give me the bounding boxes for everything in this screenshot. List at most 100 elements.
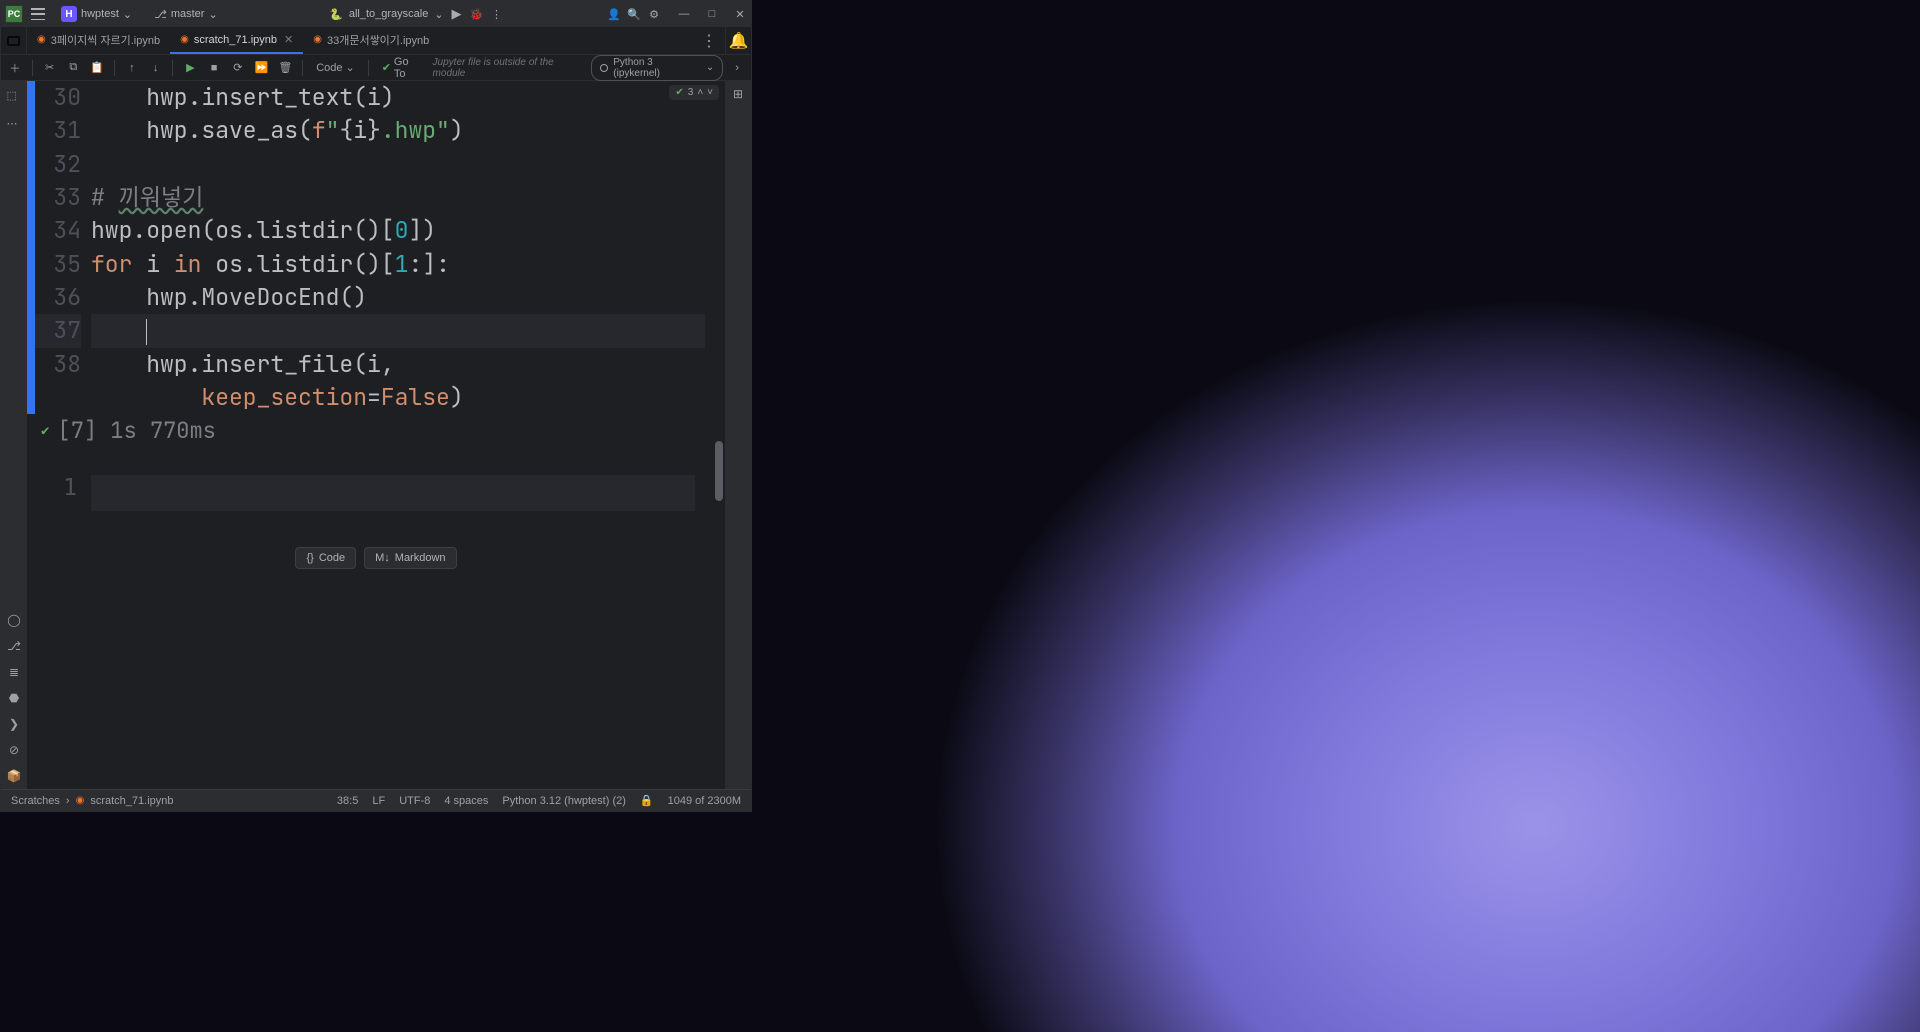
empty-cell-line-number: 1 [27,475,91,511]
right-tool-strip: ⊞ [725,81,751,789]
run-config-name[interactable]: all_to_grayscale [349,8,429,20]
caret-position[interactable]: 38:5 [337,795,358,807]
editor-tabs: ◉ 3페이지씩 자르기.ipynb ◉scratch_71.ipynb✕◉33개문서… [1,27,751,55]
chevron-down-icon: ˅ [707,87,713,98]
terminal-tool-icon[interactable]: ❯ [9,717,19,731]
notebook-toolbar: ＋ ✂ ⧉ 📋 ↑ ↓ ▶ ■ ⟳ ⏩ 🗑 Code ⌄ ✔ Go To Jup… [1,55,751,81]
bottom-left-tools: ◯ ⎇ ≣ ⬣ ❯ ⊘ 📦 [1,613,27,789]
services-tool-icon[interactable]: ⬣ [9,691,19,705]
chevron-down-icon: ⌄ [345,61,354,74]
debug-button[interactable]: 🐞 [470,7,484,21]
python-packages-icon[interactable]: 📦 [7,769,22,783]
breadcrumb[interactable]: Scratches › ◉ scratch_71.ipynb [11,795,174,807]
clear-output-button[interactable]: 🗑 [275,58,295,78]
chevron-down-icon: ⌄ [123,8,132,21]
circle-tool-icon[interactable]: ◯ [7,613,20,627]
cut-button[interactable]: ✂ [40,58,60,78]
notifications-icon[interactable]: 🔔 [725,27,751,54]
interpreter-label[interactable]: Python 3.12 (hwptest) (2) [502,795,626,807]
add-code-cell-button[interactable]: {} Code [295,547,356,569]
add-cell-button[interactable]: ＋ [5,58,25,78]
indent-setting[interactable]: 4 spaces [444,795,488,807]
move-up-button[interactable]: ↑ [122,58,142,78]
paste-button[interactable]: 📋 [87,58,107,78]
add-code-label: Code [319,552,345,564]
more-actions-icon[interactable]: ⋮ [490,7,504,21]
jupyter-icon: ◉ [313,34,322,45]
status-bar: Scratches › ◉ scratch_71.ipynb 38:5 LF U… [1,789,751,811]
check-icon: ✔ [382,61,391,74]
more-tools-icon[interactable]: ⋯ [7,117,21,131]
run-all-button[interactable]: ⏩ [252,58,272,78]
goto-select[interactable]: ✔ Go To [376,54,429,82]
branch-icon: ⎇ [154,8,167,21]
restart-button[interactable]: ⟳ [228,58,248,78]
module-hint: Jupyter file is outside of the module [433,57,588,79]
run-cell-button[interactable]: ▶ [180,58,200,78]
readonly-lock-icon[interactable]: 🔒 [640,794,654,807]
file-encoding[interactable]: UTF-8 [399,795,430,807]
project-name: hwptest [81,8,119,20]
close-button[interactable]: ✕ [733,7,747,21]
chevron-down-icon: ⌄ [434,8,443,21]
editor-tab[interactable]: ◉scratch_71.ipynb✕ [170,27,303,54]
exec-time-label: [7] 1s 770ms [57,416,215,445]
vcs-branch-selector[interactable]: ⎇ master ⌄ [146,6,226,23]
git-tool-icon[interactable]: ⎇ [7,639,21,653]
folder-icon [7,34,20,47]
problems-widget[interactable]: ✔ 3 ˄ ˅ [669,85,719,100]
line-number-gutter: 303132333435363738 [35,81,91,414]
problems-tool-icon[interactable]: ⊘ [9,743,19,757]
success-check-icon: ✔ [41,422,49,440]
move-down-button[interactable]: ↓ [146,58,166,78]
structure-tool-icon[interactable]: ⬚ [7,89,21,103]
check-icon: ✔ [675,87,683,98]
copy-button[interactable]: ⧉ [63,58,83,78]
code-cell[interactable]: 303132333435363738 hwp.insert_text(i) hw… [27,81,725,414]
add-markdown-label: Markdown [395,552,446,564]
problems-count: 3 [688,87,694,98]
code-content[interactable]: hwp.insert_text(i) hwp.save_as(f"{i}.hwp… [91,81,725,414]
jupyter-icon: ◉ [37,34,46,45]
add-markdown-cell-button[interactable]: M↓ Markdown [364,547,456,569]
scrollbar-thumb[interactable] [715,441,723,501]
editor-tab[interactable]: ◉33개문서쌓이기.ipynb [303,27,439,54]
goto-label: Go To [394,56,423,80]
editor-area[interactable]: ✔ 3 ˄ ˅ 303132333435363738 hwp.insert_te… [27,81,725,789]
code-with-me-icon[interactable]: 👤 [607,7,621,21]
close-tab-icon[interactable]: ✕ [284,33,293,46]
maximize-button[interactable]: □ [705,7,719,21]
line-ending[interactable]: LF [372,795,385,807]
main-menu-icon[interactable] [29,7,47,21]
chevron-down-icon: ⌄ [208,8,217,21]
minimize-button[interactable]: — [677,7,691,21]
cell-type-label: Code [316,62,342,74]
cell-selected-marker [27,81,35,414]
editor-tab[interactable]: ◉ 3페이지씩 자르기.ipynb [27,27,170,54]
chevron-right-icon: › [66,795,70,807]
jupyter-vars-icon[interactable]: ⊞ [733,87,743,101]
tabs-more-icon[interactable]: ⋮ [693,27,725,54]
search-icon[interactable]: 🔍 [627,7,641,21]
kernel-status-icon [600,64,608,72]
project-selector[interactable]: H hwptest ⌄ [53,4,140,24]
ide-window: PC H hwptest ⌄ ⎇ master ⌄ 🐍 all_to_grays… [0,0,752,812]
run-button[interactable]: ▶ [450,7,464,21]
empty-cell[interactable]: 1 [27,475,725,511]
kernel-name: Python 3 (ipykernel) [613,57,701,79]
chevron-up-icon: ˄ [697,87,703,98]
memory-indicator[interactable]: 1049 of 2300M [668,795,741,807]
tab-label: 3페이지씩 자르기.ipynb [51,32,160,48]
jupyter-icon: ◉ [180,34,189,45]
jupyter-icon: ◉ [76,795,85,806]
project-tool-button[interactable] [1,27,27,54]
layers-tool-icon[interactable]: ≣ [9,665,19,679]
branch-name: master [171,8,205,20]
interrupt-button[interactable]: ■ [204,58,224,78]
pycharm-logo-icon: PC [5,5,23,23]
cell-type-select[interactable]: Code ⌄ [310,59,361,76]
empty-cell-body[interactable] [91,475,695,511]
toolbar-overflow-icon[interactable]: › [727,58,747,78]
settings-icon[interactable]: ⚙ [647,7,661,21]
kernel-selector[interactable]: Python 3 (ipykernel) ⌄ [591,55,723,81]
